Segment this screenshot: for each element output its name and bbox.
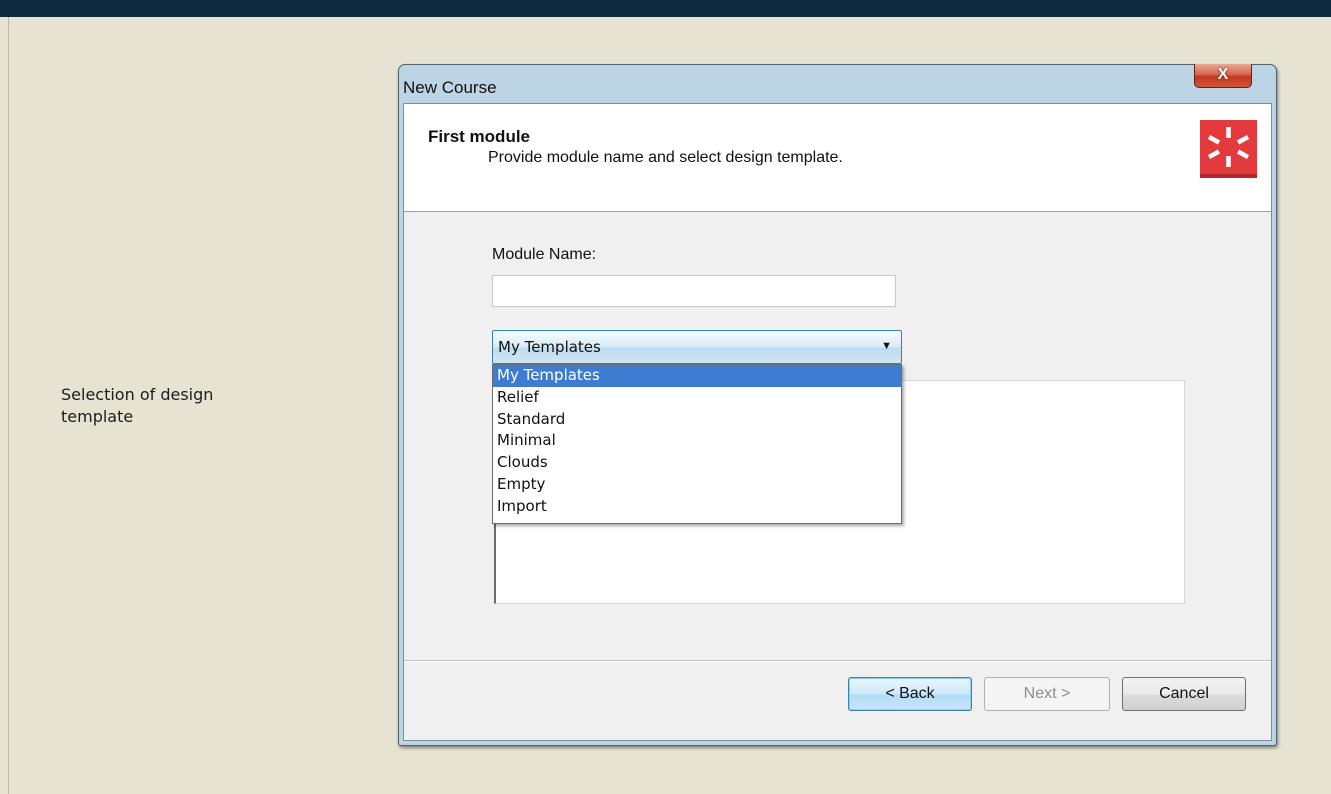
template-option-relief[interactable]: Relief xyxy=(493,387,901,409)
template-select-value: My Templates xyxy=(498,338,601,356)
wizard-header: First module Provide module name and sel… xyxy=(404,104,1271,212)
template-option-empty[interactable]: Empty xyxy=(493,474,901,496)
close-button[interactable]: X xyxy=(1194,64,1252,88)
caption-line-1: Selection of design xyxy=(61,385,214,404)
template-option-clouds[interactable]: Clouds xyxy=(493,452,901,474)
dialog-client-area: First module Provide module name and sel… xyxy=(403,103,1272,741)
module-name-input[interactable] xyxy=(492,275,896,307)
new-course-dialog: New Course X First module Provide module… xyxy=(398,64,1277,746)
template-option-my-templates[interactable]: My Templates xyxy=(493,365,901,387)
footer-divider xyxy=(404,660,1271,661)
wizard-step-title: First module xyxy=(428,127,531,146)
module-name-label: Module Name: xyxy=(492,246,597,263)
side-caption: Selection of design template xyxy=(61,384,281,428)
template-dropdown-list[interactable]: My Templates Relief Standard Minimal Clo… xyxy=(492,364,902,524)
wizard-step-subtitle: Provide module name and select design te… xyxy=(488,149,843,166)
back-button[interactable]: < Back xyxy=(848,677,972,711)
left-margin-rule xyxy=(8,17,9,794)
caption-line-2: template xyxy=(61,407,134,426)
top-banner xyxy=(0,0,1331,17)
next-button[interactable]: Next > xyxy=(984,677,1110,711)
dialog-title: New Course xyxy=(403,78,497,97)
template-option-standard[interactable]: Standard xyxy=(493,409,901,431)
chevron-down-icon[interactable]: ▼ xyxy=(881,340,892,352)
template-select[interactable]: My Templates ▼ xyxy=(492,330,902,364)
template-option-import[interactable]: Import xyxy=(493,496,901,518)
template-option-minimal[interactable]: Minimal xyxy=(493,430,901,452)
cancel-button[interactable]: Cancel xyxy=(1122,677,1246,711)
starburst-logo-icon xyxy=(1200,120,1257,178)
